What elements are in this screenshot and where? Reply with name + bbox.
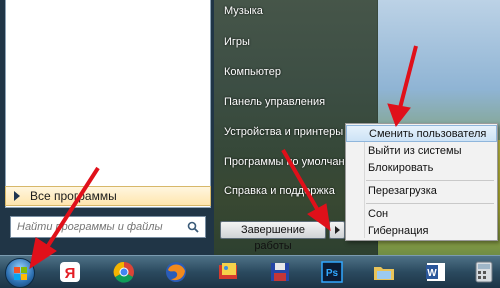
calculator-icon[interactable] [470,258,498,286]
flyout-item-log-off[interactable]: Выйти из системы [346,143,497,160]
programs-list [5,0,211,208]
picture-manager-icon[interactable] [214,258,242,286]
shutdown-button[interactable]: Завершение работы [220,221,326,252]
flyout-separator [366,180,494,181]
svg-text:Я: Я [65,265,76,282]
flyout-item-sleep[interactable]: Сон [346,206,497,223]
svg-text:Ps: Ps [326,268,339,279]
shutdown-options-button[interactable] [329,221,345,239]
search-box[interactable] [10,216,206,238]
start-menu: Все программы Музыка Игры Компьютер Пане… [0,0,378,255]
firefox-icon[interactable] [162,258,190,286]
flyout-item-switch-user[interactable]: Сменить пользователя [346,125,497,142]
chrome-icon[interactable] [110,258,138,286]
all-programs-label: Все программы [30,189,117,203]
flyout-item-hibernate[interactable]: Гибернация [346,223,497,240]
svg-text:W: W [427,268,437,279]
flyout-separator [366,203,494,204]
photoshop-icon[interactable]: Ps [318,258,346,286]
windows-logo-icon [14,267,27,280]
yandex-browser-icon[interactable]: Я [56,258,84,286]
menu-item-music[interactable]: Музыка [224,3,263,19]
word-icon[interactable]: W [422,258,450,286]
menu-item-control-panel[interactable]: Панель управления [224,94,325,110]
shutdown-flyout-menu: Сменить пользователя Выйти из системы Бл… [345,123,498,241]
search-icon [187,221,199,233]
menu-item-default-programs[interactable]: Программы по умолчанию [224,154,359,170]
windows-start-orb[interactable] [5,258,35,288]
explorer-folder-icon[interactable] [370,258,398,286]
menu-item-devices-printers[interactable]: Устройства и принтеры [224,124,343,140]
flyout-item-restart[interactable]: Перезагрузка [346,183,497,200]
menu-item-computer[interactable]: Компьютер [224,64,281,80]
menu-item-help-support[interactable]: Справка и поддержка [224,183,335,199]
save-floppy-icon[interactable] [266,258,294,286]
flyout-item-lock[interactable]: Блокировать [346,160,497,177]
all-programs-button[interactable]: Все программы [5,186,211,206]
search-input[interactable] [17,221,179,233]
triangle-right-icon [14,191,20,201]
menu-item-games[interactable]: Игры [224,34,250,50]
